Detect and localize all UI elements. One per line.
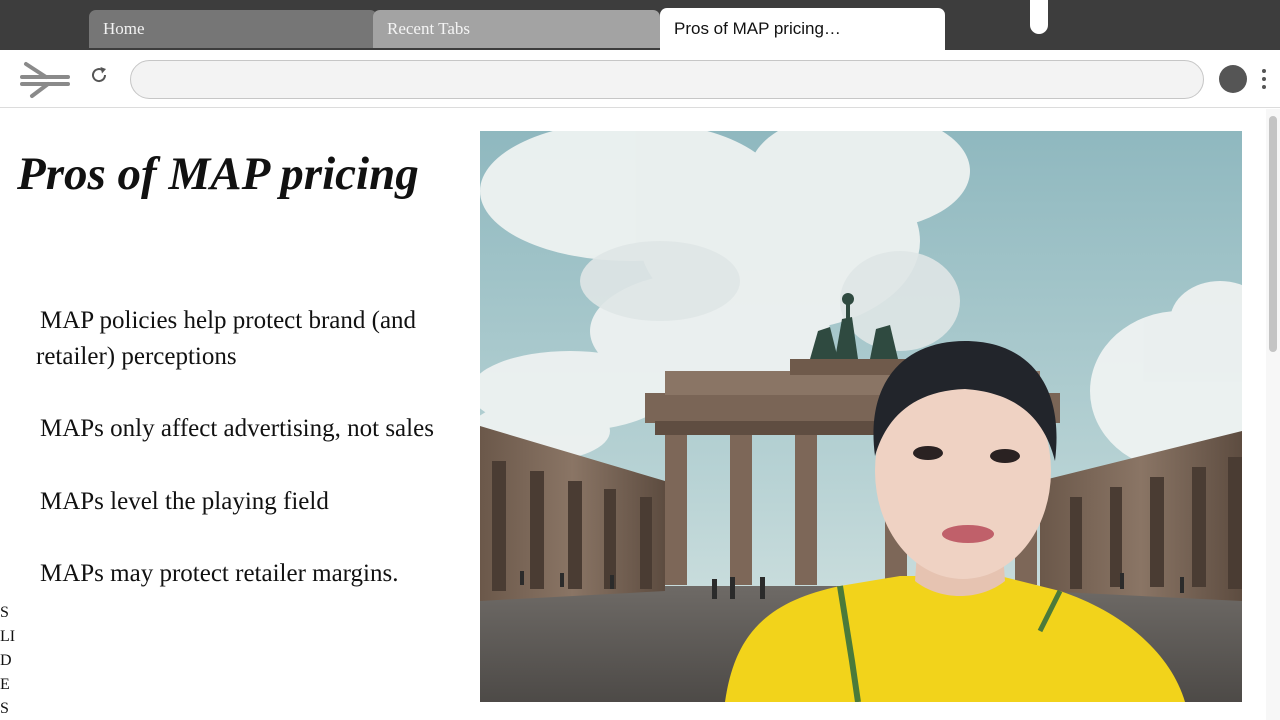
bullet-1: MAP policies help protect brand (and ret… [36,307,417,370]
vertical-letter: LI [0,628,16,645]
slide-photo [480,131,1242,702]
vertical-letter: S [0,700,9,717]
back-forward-arrows-icon[interactable] [16,60,72,100]
tab-home-label: Home [103,19,145,38]
tab-recent-tabs[interactable]: Recent Tabs [373,10,660,48]
slide-title: Pros of MAP pricing [17,148,419,200]
new-tab-handle[interactable] [1030,0,1048,34]
tab-strip: Home Recent Tabs Pros of MAP pricing… [0,0,1280,50]
address-bar[interactable] [130,60,1204,99]
vertical-letter: S [0,604,9,621]
vertical-letter: D [0,652,12,669]
tab-active-page-label: Pros of MAP pricing… [674,19,841,38]
vertical-dots-menu-icon[interactable] [1257,64,1271,94]
browser-toolbar [0,50,1280,108]
tab-recent-tabs-label: Recent Tabs [387,19,470,38]
bullet-3: MAPs level the playing field [40,488,329,515]
vertical-slides-label: S LI D E S [0,601,18,720]
page-scrollbar-thumb[interactable] [1269,116,1277,352]
page-content: Pros of MAP pricing MAP policies help pr… [0,109,1266,720]
vertical-letter: E [0,676,10,693]
reload-icon[interactable] [88,64,110,86]
tab-home[interactable]: Home [89,10,377,48]
bullet-2: MAPs only affect advertising, not sales [40,415,434,442]
tab-active-page[interactable]: Pros of MAP pricing… [660,8,945,50]
bullet-4: MAPs may protect retailer margins. [40,560,399,587]
profile-avatar-icon[interactable] [1219,65,1247,93]
